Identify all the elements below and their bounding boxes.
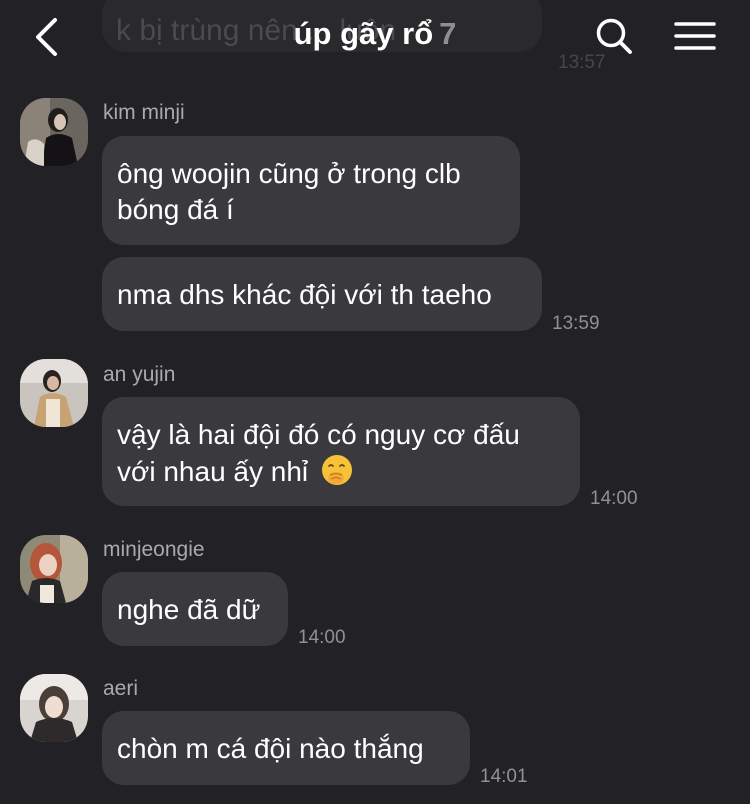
message-timestamp: 14:01 [480,766,528,787]
member-count: 7 [439,16,457,51]
hamburger-menu-icon [674,22,716,50]
message-bubble[interactable]: ông woojin cũng ở trong clb bóng đá í [102,136,520,245]
message-bubble[interactable]: nghe đã dữ [102,572,288,646]
message-bubble[interactable]: vậy là hai đội đó có nguy cơ đấu với nha… [102,397,580,506]
profile-photo [20,535,88,603]
message-bubble[interactable]: chòn m cá đội nào thắng [102,711,470,785]
message-timestamp: 13:59 [552,313,600,334]
sender-name: aeri [103,677,139,700]
sender-name: minjeongie [103,538,205,561]
search-icon [596,18,632,54]
sender-name: kim minji [103,101,185,124]
chat-title-text: úp gãy rổ [293,16,434,51]
avatar[interactable] [20,359,88,427]
avatar[interactable] [20,674,88,742]
avatar[interactable] [20,535,88,603]
message-text: vậy là hai đội đó có nguy cơ đấu với nha… [117,419,520,487]
sender-name: an yujin [103,363,176,386]
profile-photo [20,359,88,427]
menu-button[interactable] [670,14,720,58]
message-bubble[interactable]: nma dhs khác đội với th taeho [102,257,542,331]
message-timestamp: 14:00 [298,627,346,648]
profile-photo [20,98,88,166]
message-timestamp: 14:00 [590,488,638,509]
avatar[interactable] [20,98,88,166]
profile-photo [20,674,88,742]
search-button[interactable] [590,12,638,60]
face-with-hand-over-mouth-icon [321,455,352,485]
chat-header: k bị trùng nên ... luôn 13:57 úp gãy rổ 7 [0,0,750,80]
